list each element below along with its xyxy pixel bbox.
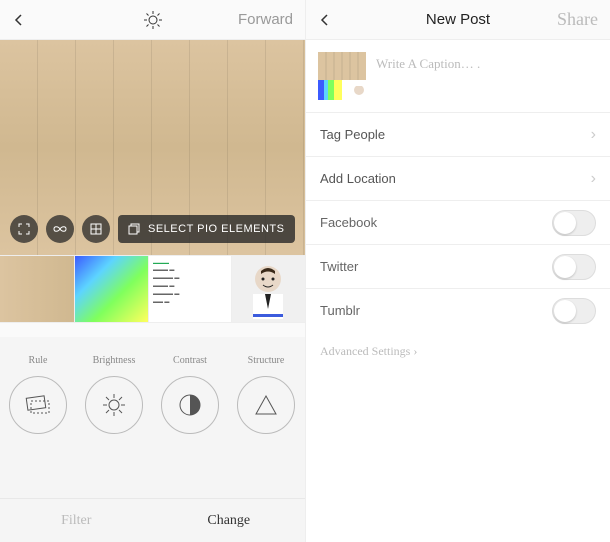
chevron-right-icon: › [591, 126, 596, 144]
chevron-left-icon [12, 13, 26, 27]
tumblr-label: Tumblr [320, 303, 360, 318]
photo-preview[interactable]: SELECT PIO ELEMENTS [0, 40, 305, 255]
new-post-pane: New Post Share Write A Caption… . Tag Pe… [305, 0, 610, 542]
tumblr-toggle[interactable] [552, 298, 596, 324]
infinity-icon [53, 225, 67, 233]
adjust-structure[interactable]: Structure [228, 355, 304, 434]
page-title: New Post [426, 11, 490, 28]
left-header: Forward [0, 0, 305, 40]
contrast-icon [178, 393, 202, 417]
adjust-label: Brightness [93, 355, 136, 366]
back-button[interactable] [318, 13, 332, 27]
caption-thumbnail[interactable] [318, 52, 366, 100]
adjust-rule-icon [25, 395, 51, 415]
share-tumblr-row: Tumblr [306, 288, 610, 332]
thumbnail[interactable]: ▬▬▬▬ ▬▬▬ ▬▬▬▬▬ ▬▬▬▬ ▬▬▬▬▬ ▬▬▬ ▬ [149, 256, 232, 322]
chevron-left-icon [318, 13, 332, 27]
twitter-toggle[interactable] [552, 254, 596, 280]
bottom-tabs: Filter Change [0, 498, 305, 542]
adjust-rule[interactable]: Rule [0, 355, 76, 434]
advanced-settings-link[interactable]: Advanced Settings › [306, 332, 610, 371]
expand-button[interactable] [10, 215, 38, 243]
facebook-toggle[interactable] [552, 210, 596, 236]
tab-filter[interactable]: Filter [0, 513, 153, 529]
mini-thumbs [0, 323, 305, 337]
thumbnail[interactable] [0, 256, 75, 322]
adjust-controls: Rule Brightness Contrast Structure [0, 337, 305, 434]
adjust-label: Rule [29, 355, 48, 366]
tag-people-row[interactable]: Tag People › [306, 112, 610, 156]
tag-people-label: Tag People [320, 127, 385, 142]
caption-row: Write A Caption… . [306, 40, 610, 112]
chevron-right-icon: › [591, 170, 596, 188]
boomerang-button[interactable] [46, 215, 74, 243]
share-button[interactable]: Share [557, 9, 598, 30]
forward-button[interactable]: Forward [238, 11, 293, 28]
thumbnail[interactable] [75, 256, 150, 322]
multi-select-label: SELECT PIO ELEMENTS [148, 223, 284, 235]
multi-select-button[interactable]: SELECT PIO ELEMENTS [118, 215, 295, 243]
caption-input[interactable]: Write A Caption… . [376, 52, 598, 72]
adjust-label: Contrast [173, 355, 207, 366]
twitter-label: Twitter [320, 259, 358, 274]
right-header: New Post Share [306, 0, 610, 40]
overlay-toolbar: SELECT PIO ELEMENTS [10, 215, 295, 243]
gallery-thumbnails: ▬▬▬▬ ▬▬▬ ▬▬▬▬▬ ▬▬▬▬ ▬▬▬▬▬ ▬▬▬ ▬ [0, 255, 305, 323]
tab-change[interactable]: Change [153, 513, 306, 529]
add-location-row[interactable]: Add Location › [306, 156, 610, 200]
layout-button[interactable] [82, 215, 110, 243]
back-button[interactable] [12, 13, 26, 27]
person-icon [243, 259, 293, 319]
brightness-icon [143, 10, 163, 30]
grid-icon [90, 223, 102, 235]
adjust-label: Structure [248, 355, 285, 366]
adjust-contrast[interactable]: Contrast [152, 355, 228, 434]
add-location-label: Add Location [320, 171, 396, 186]
sun-icon [101, 392, 127, 418]
photo-edit-pane: Forward SELECT PIO ELEMENTS ▬▬▬▬ ▬▬▬ ▬▬▬… [0, 0, 305, 542]
thumbnail[interactable] [232, 256, 306, 322]
facebook-label: Facebook [320, 215, 377, 230]
share-twitter-row: Twitter [306, 244, 610, 288]
adjust-brightness[interactable]: Brightness [76, 355, 152, 434]
expand-icon [18, 223, 30, 235]
stack-icon [128, 223, 140, 235]
triangle-icon [254, 394, 278, 416]
share-facebook-row: Facebook [306, 200, 610, 244]
